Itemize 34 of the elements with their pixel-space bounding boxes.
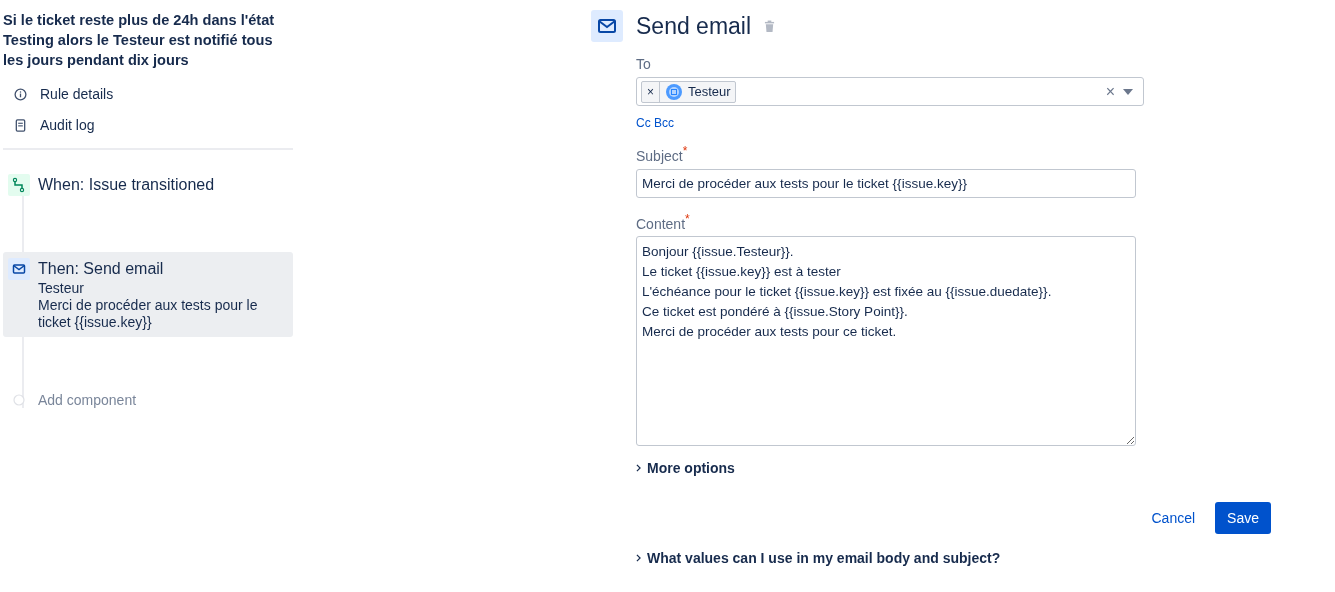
document-icon: [14, 118, 27, 132]
editor-title: Send email: [636, 12, 752, 40]
help-toggle[interactable]: What values can I use in my email body and subject?: [636, 550, 1001, 567]
branch-icon: [8, 174, 30, 196]
recipient-name: Testeur: [688, 84, 731, 99]
component-detail: Testeur: [38, 280, 85, 297]
add-component-link[interactable]: Add component: [38, 389, 137, 411]
chevron-icon: [636, 464, 641, 473]
envelope-icon: [8, 258, 30, 280]
field-label: To: [636, 56, 652, 72]
field-label: Content$^{*}$: [636, 211, 691, 232]
rule-title: Si le ticket reste plus de 24h dans l'état Testing alors le Testeur est notifié tous les jours pendant dix jours: [3, 11, 276, 70]
component-card[interactable]: Then: Send email Testeur Merci de procéder aux tests pour le ticket {{issue.key}}: [3, 252, 293, 337]
avatar-icon: [666, 83, 682, 100]
sidebar-link[interactable]: Rule details: [40, 86, 114, 102]
component-title: Then: Send email: [38, 259, 165, 279]
component-card[interactable]: When: Issue transitioned: [3, 168, 293, 202]
info-icon: [14, 87, 27, 101]
more-options-toggle[interactable]: More options: [636, 460, 735, 477]
clear-button[interactable]: ×: [1105, 82, 1115, 101]
cancel-button[interactable]: Cancel: [1139, 502, 1208, 535]
envelope-icon: [591, 10, 623, 42]
cc-bcc-link[interactable]: Cc Bcc: [636, 116, 1231, 130]
subject-field[interactable]: Merci de procéder aux tests pour le ticket {{issue.key}}: [636, 168, 1136, 198]
sidebar-link[interactable]: Audit log: [40, 117, 95, 133]
chevron-icon: [636, 554, 641, 563]
caret-icon[interactable]: [1123, 88, 1133, 95]
content-field[interactable]: Bonjour {{issue.Testeur}}. Le ticket {{issue.key}} est à tester L'échéance pour le ticket {{issue.key}} est fixée au {{issue.duedate}}. Ce ticket est pondéré à {{issue.Story Point}}. Merci de procéder aux tests pour ce ticket.: [636, 236, 1136, 447]
save-button[interactable]: Save: [1215, 502, 1271, 535]
remove-button[interactable]: ×: [642, 81, 660, 102]
component-title: When: Issue transitioned: [38, 175, 215, 195]
recipient-field[interactable]: × Testeur ×: [636, 77, 1144, 106]
component-detail: Merci de procéder aux tests pour le ticket {{issue.key}}: [38, 297, 259, 331]
field-label: Subject$^{*}$: [636, 144, 689, 164]
